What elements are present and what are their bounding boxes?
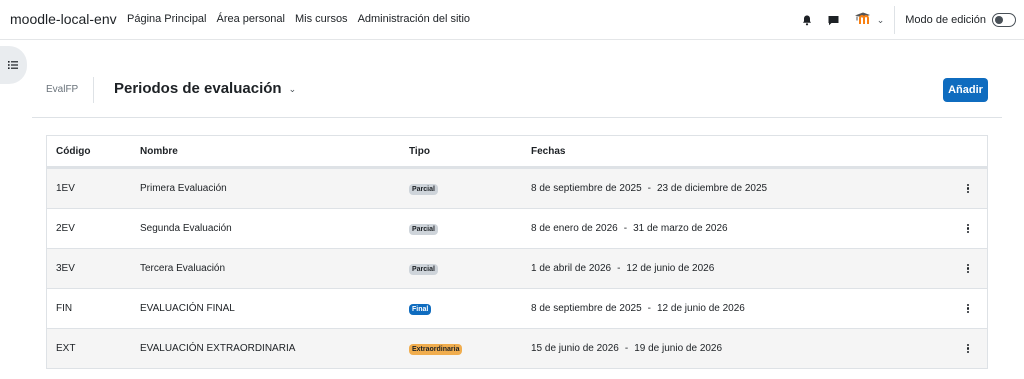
period-name: Tercera Evaluación [140, 263, 226, 274]
table-header-row: Código Nombre Tipo Fechas [47, 136, 987, 168]
period-name: Segunda Evaluación [140, 223, 232, 234]
header-divider [93, 77, 94, 103]
chevron-down-icon: ⌄ [288, 84, 297, 94]
period-type-badge: Extraordinaria [409, 343, 463, 355]
row-actions-kebab-icon[interactable] [964, 303, 972, 315]
period-code: 3EV [56, 263, 75, 274]
nav-link-my-courses[interactable]: Mis cursos [295, 13, 348, 25]
list-icon [7, 56, 18, 74]
top-navbar: moodle-local-env Página Principal Área p… [0, 0, 1024, 40]
period-type-badge: Parcial [409, 223, 438, 235]
column-header-name[interactable]: Nombre [140, 146, 178, 157]
period-dates: 8 de septiembre de 2025-23 de diciembre … [531, 183, 767, 194]
nav-link-home[interactable]: Página Principal [127, 13, 207, 25]
row-actions-kebab-icon[interactable] [964, 263, 972, 275]
start-date: 8 de septiembre de 2025 [531, 303, 642, 314]
table-row: 1EV Primera Evaluación Parcial 8 de sept… [47, 168, 987, 208]
primary-navigation: Página Principal Área personal Mis curso… [127, 13, 480, 25]
start-date: 15 de junio de 2026 [531, 343, 619, 354]
period-name: Primera Evaluación [140, 183, 227, 194]
toggle-knob [994, 15, 1003, 24]
row-actions-kebab-icon[interactable] [964, 223, 972, 235]
badge-parcial: Parcial [409, 263, 438, 275]
row-actions-kebab-icon[interactable] [964, 343, 972, 355]
breadcrumb[interactable]: EvalFP [46, 84, 78, 95]
bell-icon[interactable] [800, 13, 814, 27]
start-date: 8 de septiembre de 2025 [531, 183, 642, 194]
end-date: 12 de junio de 2026 [626, 263, 715, 274]
period-name: EVALUACIÓN FINAL [140, 303, 235, 314]
table-row: FIN EVALUACIÓN FINAL Final 8 de septiemb… [47, 288, 987, 328]
period-type-badge: Parcial [409, 183, 438, 195]
period-dates: 8 de septiembre de 2025-12 de junio de 2… [531, 303, 745, 314]
start-date: 1 de abril de 2026 [531, 263, 612, 274]
navbar-actions: ⌄ Modo de edición [800, 0, 1024, 40]
period-name: EVALUACIÓN EXTRAORDINARIA [140, 343, 296, 354]
periods-table: Código Nombre Tipo Fechas 1EV Primera Ev… [46, 135, 988, 369]
period-type-badge: Final [409, 303, 432, 315]
edit-mode-label: Modo de edición [905, 14, 986, 26]
badge-extraordinaria: Extraordinaria [409, 343, 463, 355]
table-row: 3EV Tercera Evaluación Parcial 1 de abri… [47, 248, 987, 288]
row-actions-kebab-icon[interactable] [964, 183, 972, 195]
badge-parcial: Parcial [409, 223, 438, 235]
badge-parcial: Parcial [409, 183, 438, 195]
page-title-text: Periodos de evaluación [114, 80, 282, 97]
end-date: 19 de junio de 2026 [634, 343, 723, 354]
course-index-drawer-button[interactable] [0, 46, 27, 84]
end-date: 12 de junio de 2026 [656, 303, 745, 314]
edit-mode-toggle[interactable] [992, 13, 1016, 27]
period-code: 2EV [56, 223, 75, 234]
chat-icon[interactable] [827, 13, 841, 27]
nav-link-site-admin[interactable]: Administración del sitio [358, 13, 471, 25]
end-date: 23 de diciembre de 2025 [656, 183, 768, 194]
date-separator: - [617, 263, 621, 274]
column-header-type[interactable]: Tipo [409, 146, 430, 157]
column-header-dates[interactable]: Fechas [531, 146, 565, 157]
navbar-divider [894, 6, 896, 34]
user-menu[interactable]: ⌄ [854, 11, 885, 30]
date-separator: - [647, 303, 651, 314]
column-header-code[interactable]: Código [56, 146, 90, 157]
nav-link-dashboard[interactable]: Área personal [217, 13, 286, 25]
table-row: 2EV Segunda Evaluación Parcial 8 de ener… [47, 208, 987, 248]
period-code: EXT [56, 343, 76, 354]
chevron-down-icon: ⌄ [876, 14, 885, 25]
date-separator: - [624, 343, 629, 354]
date-separator: - [623, 223, 628, 234]
period-dates: 15 de junio de 2026-19 de junio de 2026 [531, 343, 722, 354]
page-title[interactable]: Periodos de evaluación ⌄ [114, 80, 296, 97]
period-dates: 1 de abril de 2026-12 de junio de 2026 [531, 263, 714, 274]
start-date: 8 de enero de 2026 [531, 223, 618, 234]
end-date: 31 de marzo de 2026 [633, 223, 728, 234]
moodle-user-icon [854, 11, 874, 30]
period-code: 1EV [56, 183, 75, 194]
period-dates: 8 de enero de 2026-31 de marzo de 2026 [531, 223, 728, 234]
period-type-badge: Parcial [409, 263, 438, 275]
period-code: FIN [56, 303, 73, 314]
header-separator [32, 117, 1002, 118]
date-separator: - [647, 183, 651, 194]
table-row: EXT EVALUACIÓN EXTRAORDINARIA Extraordin… [47, 328, 987, 368]
badge-final: Final [409, 303, 432, 315]
site-brand[interactable]: moodle-local-env [10, 11, 117, 27]
add-button[interactable]: Añadir [943, 78, 988, 102]
